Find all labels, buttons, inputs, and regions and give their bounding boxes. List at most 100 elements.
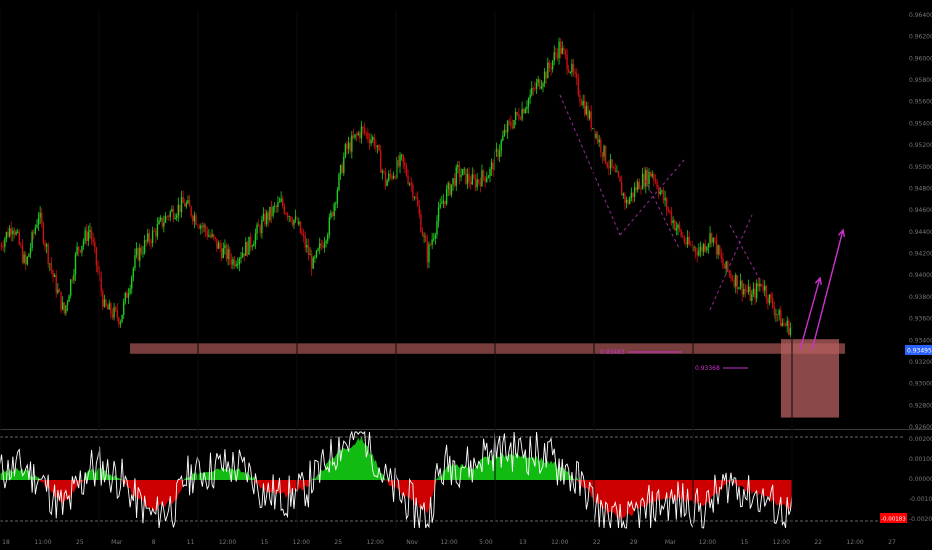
candle-body xyxy=(654,179,657,182)
candle-body xyxy=(180,197,183,213)
candle-body xyxy=(638,181,641,189)
x-tick-label: 12:00 xyxy=(846,539,863,546)
candle-body xyxy=(299,221,302,233)
candle-body xyxy=(376,145,379,148)
candle-body xyxy=(521,108,523,120)
candle-body xyxy=(543,71,546,84)
candle-body xyxy=(82,240,85,246)
candle-body xyxy=(331,212,334,216)
support-zone[interactable] xyxy=(130,343,845,354)
candle-body xyxy=(10,228,12,235)
y-tick-label: 0.94200 xyxy=(909,251,932,258)
candle-body xyxy=(649,171,652,177)
candle-body xyxy=(527,98,530,107)
demand-box[interactable] xyxy=(781,339,839,418)
x-tick-label: 5:00 xyxy=(479,539,493,546)
x-tick-label: Nov xyxy=(406,539,418,546)
candle-body xyxy=(108,303,110,310)
candle-body xyxy=(667,209,670,211)
candle-body xyxy=(592,128,594,129)
candle-body xyxy=(307,245,310,256)
candle-body xyxy=(784,324,787,327)
candle-body xyxy=(540,86,543,89)
candle-body xyxy=(119,322,122,325)
candle-body xyxy=(314,257,316,258)
candle-body xyxy=(457,165,459,168)
y-tick-label: 0.96400 xyxy=(909,12,932,19)
candle-body xyxy=(167,216,170,218)
candle-body xyxy=(632,192,634,197)
candle-body xyxy=(148,233,151,242)
candle-body xyxy=(532,88,535,89)
candle-body xyxy=(526,106,528,110)
candle-body xyxy=(439,204,441,208)
candle-body xyxy=(150,241,152,244)
candle-body xyxy=(135,248,138,256)
candle-body xyxy=(257,224,260,227)
candle-body xyxy=(254,233,257,245)
trading-chart[interactable]: 0.93483 0.93368 0.96400 0.96200 0.96000 0.95… xyxy=(0,0,932,550)
candle-body xyxy=(142,252,144,254)
candle-body xyxy=(102,291,104,307)
candle-body xyxy=(665,197,668,210)
y-tick-label: 0.95400 xyxy=(909,120,932,127)
candle-body xyxy=(563,47,565,51)
candle-body xyxy=(662,190,665,201)
candle-body xyxy=(26,256,29,265)
y-tick-label: 0.94000 xyxy=(909,272,932,279)
candle-body xyxy=(567,69,570,73)
candle-body xyxy=(90,230,93,240)
candle-body xyxy=(529,94,531,99)
candle-body xyxy=(606,162,608,168)
candle-body xyxy=(354,134,356,138)
candle-body xyxy=(437,207,440,222)
candle-body xyxy=(388,173,390,181)
candle-body xyxy=(755,283,758,299)
candle-body xyxy=(763,285,766,291)
candle-body xyxy=(192,215,194,222)
candle-body xyxy=(502,135,504,141)
candle-body xyxy=(86,230,88,242)
candle-body xyxy=(429,244,432,246)
candle-body xyxy=(760,283,763,286)
candle-body xyxy=(609,159,612,169)
candle-body xyxy=(659,191,661,195)
candle-body xyxy=(559,41,562,54)
candle-body xyxy=(37,217,40,225)
candle-body xyxy=(580,100,583,106)
candle-body xyxy=(195,215,197,225)
candle-body xyxy=(365,132,367,134)
candle-body xyxy=(702,244,705,252)
x-tick-label: 25 xyxy=(334,539,342,546)
candle-body xyxy=(225,245,228,260)
candle-body xyxy=(127,293,130,298)
candle-body xyxy=(550,67,552,70)
candle-body xyxy=(243,253,245,256)
candle-body xyxy=(590,111,592,129)
candle-body xyxy=(413,197,416,198)
candle-body xyxy=(184,203,186,207)
candle-body xyxy=(71,279,73,281)
candle-body xyxy=(595,133,597,138)
y-tick-label: 0.93200 xyxy=(909,359,932,366)
candle-body xyxy=(182,197,184,204)
candle-body xyxy=(688,236,690,245)
x-tick-label: 12:00 xyxy=(773,539,790,546)
candle-body xyxy=(288,216,290,218)
candle-body xyxy=(431,239,433,245)
candle-body xyxy=(278,201,281,203)
y-tick-label: 0.93000 xyxy=(909,381,932,388)
candle-body xyxy=(516,112,518,115)
x-tick-label: 11 xyxy=(187,539,195,546)
candle-body xyxy=(539,79,541,89)
candle-body xyxy=(434,234,437,239)
candle-body xyxy=(336,190,339,204)
candle-body xyxy=(621,181,623,196)
x-tick-label: Mar xyxy=(111,539,123,546)
candle-body xyxy=(683,236,686,242)
candle-body xyxy=(767,298,769,304)
candle-body xyxy=(42,223,45,243)
candle-body xyxy=(561,47,563,54)
candle-body xyxy=(738,287,740,290)
candle-body xyxy=(426,241,429,263)
